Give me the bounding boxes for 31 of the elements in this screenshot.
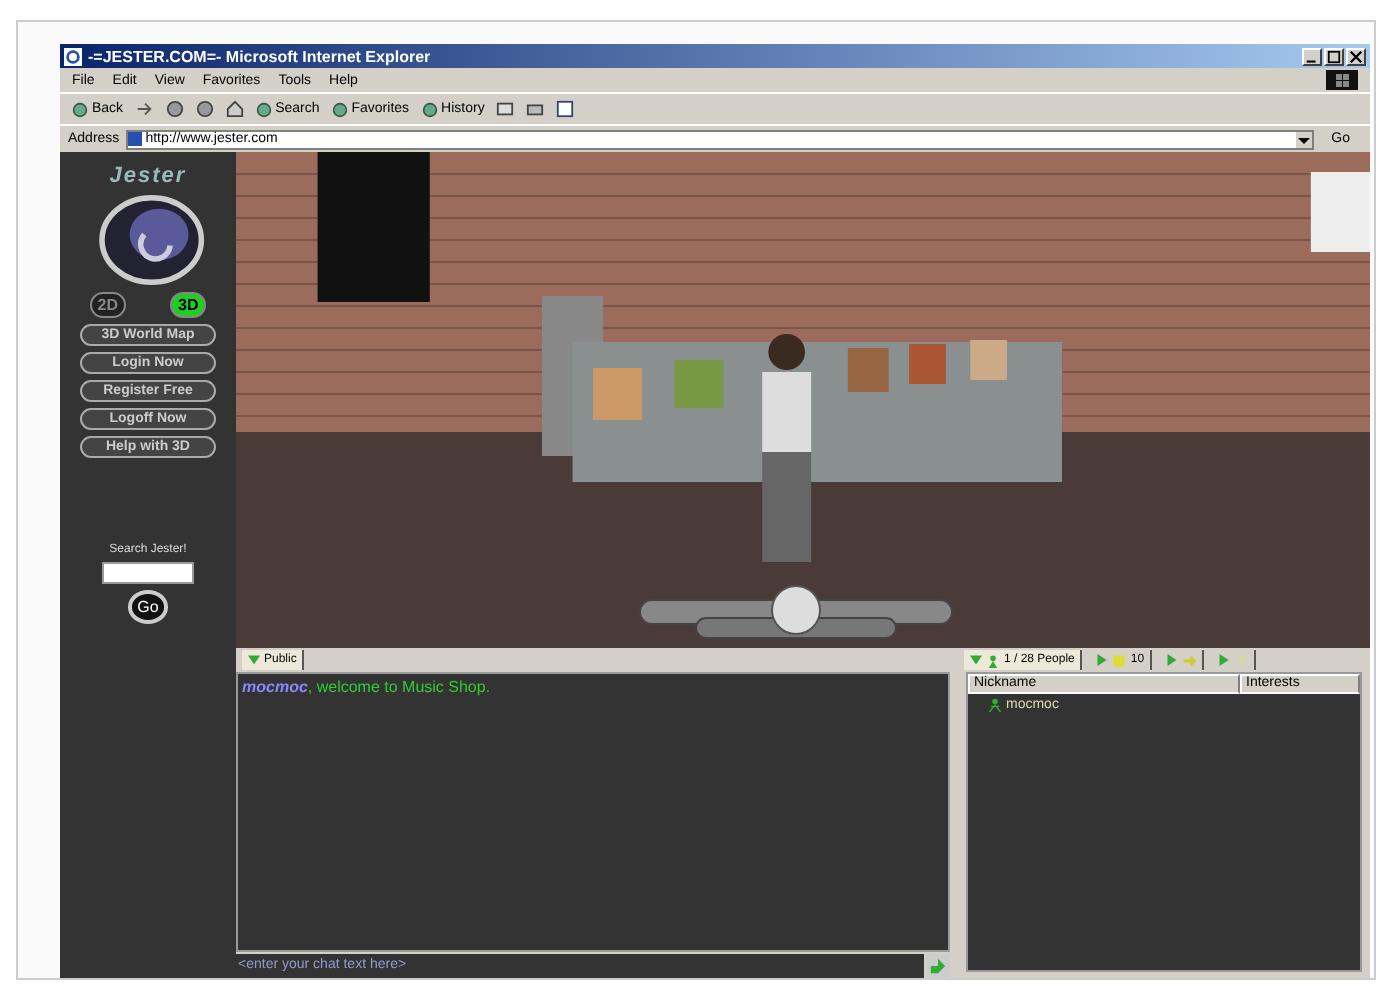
notes-icon <box>1112 653 1127 667</box>
view-mode-button[interactable]: 3D <box>170 292 207 318</box>
person-icon <box>988 697 1002 711</box>
view-mode-button[interactable]: 2D <box>89 292 126 318</box>
jester-logo: Jester <box>109 164 187 188</box>
dropdown-icon[interactable] <box>1295 131 1312 147</box>
people-icon <box>986 653 1000 667</box>
triangle-right-icon <box>1218 654 1231 666</box>
close-icon[interactable] <box>1346 47 1366 65</box>
browser-icon <box>64 47 82 65</box>
search-go-button[interactable]: Go <box>127 590 169 624</box>
circle-icon <box>255 101 272 117</box>
forward-icon[interactable] <box>135 100 154 118</box>
circle-icon <box>331 101 348 117</box>
windows-logo-icon <box>1326 70 1358 90</box>
window-title: -=JESTER.COM=- Microsoft Internet Explorer <box>88 47 431 65</box>
home-icon[interactable] <box>225 100 244 118</box>
minimize-icon[interactable] <box>1302 47 1322 65</box>
triangle-right-icon <box>1166 654 1179 666</box>
search-field[interactable] <box>102 562 194 584</box>
move-icon <box>1182 653 1197 667</box>
circle-icon <box>421 101 438 117</box>
page-icon <box>127 132 142 146</box>
chat-message: mocmoc, welcome to Music Shop. <box>242 678 493 696</box>
circle-icon <box>72 101 88 117</box>
triangle-down-icon <box>248 654 260 666</box>
maximize-icon[interactable] <box>1324 47 1344 65</box>
triangle-down-icon <box>970 654 982 666</box>
triangle-right-icon <box>1096 654 1109 666</box>
navigation-control-drawing[interactable] <box>636 584 956 644</box>
help-icon <box>1234 653 1249 667</box>
